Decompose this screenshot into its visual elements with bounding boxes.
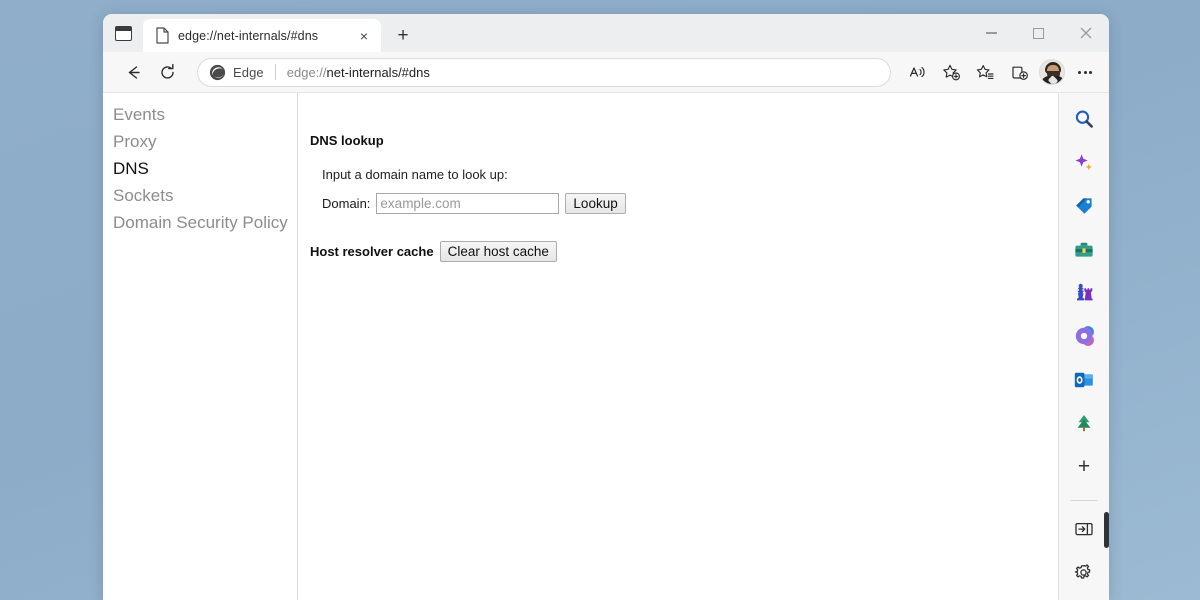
close-window-button[interactable] [1062, 14, 1109, 52]
more-options-icon[interactable] [1069, 57, 1101, 87]
window-body: Events Proxy DNS Sockets Domain Security… [103, 93, 1109, 600]
address-bar[interactable]: Edge edge://net-internals/#dns [197, 57, 891, 87]
browser-tab[interactable]: edge://net-internals/#dns × [143, 19, 381, 52]
close-icon[interactable]: × [354, 26, 374, 46]
sidebar-item-domain-security-policy[interactable]: Domain Security Policy [113, 209, 297, 236]
designer-icon[interactable] [1067, 320, 1101, 352]
net-internals-sidebar: Events Proxy DNS Sockets Domain Security… [103, 93, 298, 600]
minimize-button[interactable] [968, 14, 1015, 52]
edge-sidebar: + [1058, 93, 1109, 600]
reload-icon[interactable] [151, 57, 183, 87]
new-tab-button[interactable]: + [388, 20, 418, 50]
domain-lookup-row: Domain: Lookup [322, 193, 1058, 214]
host-resolver-cache-row: Host resolver cache Clear host cache [310, 241, 1058, 262]
tab-title: edge://net-internals/#dns [178, 28, 319, 43]
host-resolver-cache-label: Host resolver cache [310, 244, 434, 259]
browser-window: edge://net-internals/#dns × + Edge edge:… [103, 14, 1109, 600]
net-internals-content: DNS lookup Input a domain name to look u… [298, 93, 1058, 600]
scrollbar-thumb[interactable] [1104, 512, 1109, 548]
sidebar-item-events[interactable]: Events [113, 101, 297, 128]
sidebar-item-dns[interactable]: DNS [113, 155, 297, 182]
maximize-button[interactable] [1015, 14, 1062, 52]
drop-icon[interactable] [1067, 407, 1101, 439]
tab-actions-icon[interactable] [103, 14, 143, 52]
url-scheme: edge:// [286, 64, 327, 80]
page-title: DNS lookup [310, 133, 384, 148]
tab-actions-glyph [114, 25, 132, 41]
tab-bar: edge://net-internals/#dns × + [103, 14, 1109, 52]
panel-toggle-icon[interactable] [1067, 513, 1101, 545]
browser-toolbar: Edge edge://net-internals/#dns [103, 52, 1109, 93]
omnibox-divider [274, 64, 276, 80]
search-icon[interactable] [1067, 103, 1101, 135]
lookup-instruction: Input a domain name to look up: [322, 167, 508, 182]
domain-label: Domain: [322, 196, 371, 211]
gear-icon[interactable] [1067, 556, 1101, 588]
add-sidebar-app-button[interactable]: + [1067, 451, 1101, 483]
net-internals-page: Events Proxy DNS Sockets Domain Security… [103, 93, 1058, 600]
copilot-icon[interactable] [1067, 146, 1101, 178]
tools-icon[interactable] [1067, 233, 1101, 265]
clear-host-cache-button[interactable]: Clear host cache [439, 241, 557, 262]
document-icon [155, 27, 170, 44]
url-host: net-internals/#dns [326, 64, 430, 80]
domain-input[interactable] [376, 193, 560, 214]
outlook-icon[interactable] [1067, 364, 1101, 396]
sidebar-divider [1071, 500, 1097, 502]
avatar[interactable] [1039, 59, 1065, 85]
edge-logo-icon [209, 64, 226, 81]
collections-icon[interactable] [1003, 57, 1035, 87]
read-aloud-icon[interactable] [901, 57, 933, 87]
lookup-button[interactable]: Lookup [565, 193, 626, 214]
sidebar-item-sockets[interactable]: Sockets [113, 182, 297, 209]
back-arrow-icon[interactable] [117, 57, 149, 87]
omnibox-url[interactable]: edge://net-internals/#dns [287, 65, 430, 80]
omnibox-brand-label: Edge [233, 64, 264, 80]
games-icon[interactable] [1067, 277, 1101, 309]
favorites-icon[interactable] [969, 57, 1001, 87]
shopping-tag-icon[interactable] [1067, 190, 1101, 222]
add-favorite-icon[interactable] [935, 57, 967, 87]
window-controls [968, 14, 1109, 52]
sidebar-item-proxy[interactable]: Proxy [113, 128, 297, 155]
